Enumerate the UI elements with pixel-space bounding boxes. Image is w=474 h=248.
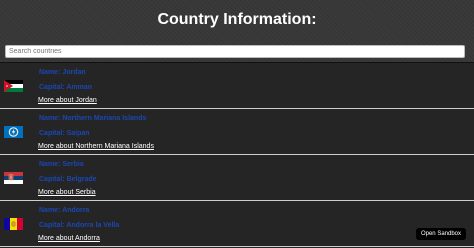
serbia-flag-icon — [4, 172, 23, 184]
country-name: Name: Northern Mariana Islands — [39, 115, 147, 122]
more-about-link[interactable]: More about Andorra — [38, 235, 100, 242]
country-row-andorra: Name: Andorra Capital: Andorra la Vella … — [0, 201, 474, 247]
country-capital: Capital: Amman — [39, 84, 93, 91]
country-row-northern-mariana-islands: Name: Northern Mariana Islands Capital: … — [0, 109, 474, 155]
more-about-link[interactable]: More about Jordan — [38, 97, 97, 104]
andorra-flag-icon — [4, 218, 23, 230]
jordan-flag-icon — [4, 80, 23, 92]
country-capital: Capital: Andorra la Vella — [39, 222, 120, 229]
search-input[interactable] — [5, 45, 465, 58]
app-root: Country Information: Name: Jordan Capita… — [0, 0, 474, 248]
country-row-serbia: Name: Serbia Capital: Belgrade More abou… — [0, 155, 474, 201]
country-list: Name: Jordan Capital: Amman More about J… — [0, 63, 474, 247]
country-name: Name: Jordan — [39, 69, 86, 76]
page-title: Country Information: — [157, 11, 317, 28]
open-sandbox-button[interactable]: Open Sandbox — [415, 228, 466, 240]
header: Country Information: — [0, 0, 474, 63]
northern-mariana-islands-flag-icon — [4, 126, 23, 138]
country-capital: Capital: Saipan — [39, 130, 90, 137]
country-name: Name: Andorra — [39, 207, 90, 214]
more-about-link[interactable]: More about Northern Mariana Islands — [38, 143, 154, 150]
more-about-link[interactable]: More about Serbia — [38, 189, 96, 196]
country-name: Name: Serbia — [39, 161, 84, 168]
country-row-jordan: Name: Jordan Capital: Amman More about J… — [0, 63, 474, 109]
country-capital: Capital: Belgrade — [39, 176, 97, 183]
